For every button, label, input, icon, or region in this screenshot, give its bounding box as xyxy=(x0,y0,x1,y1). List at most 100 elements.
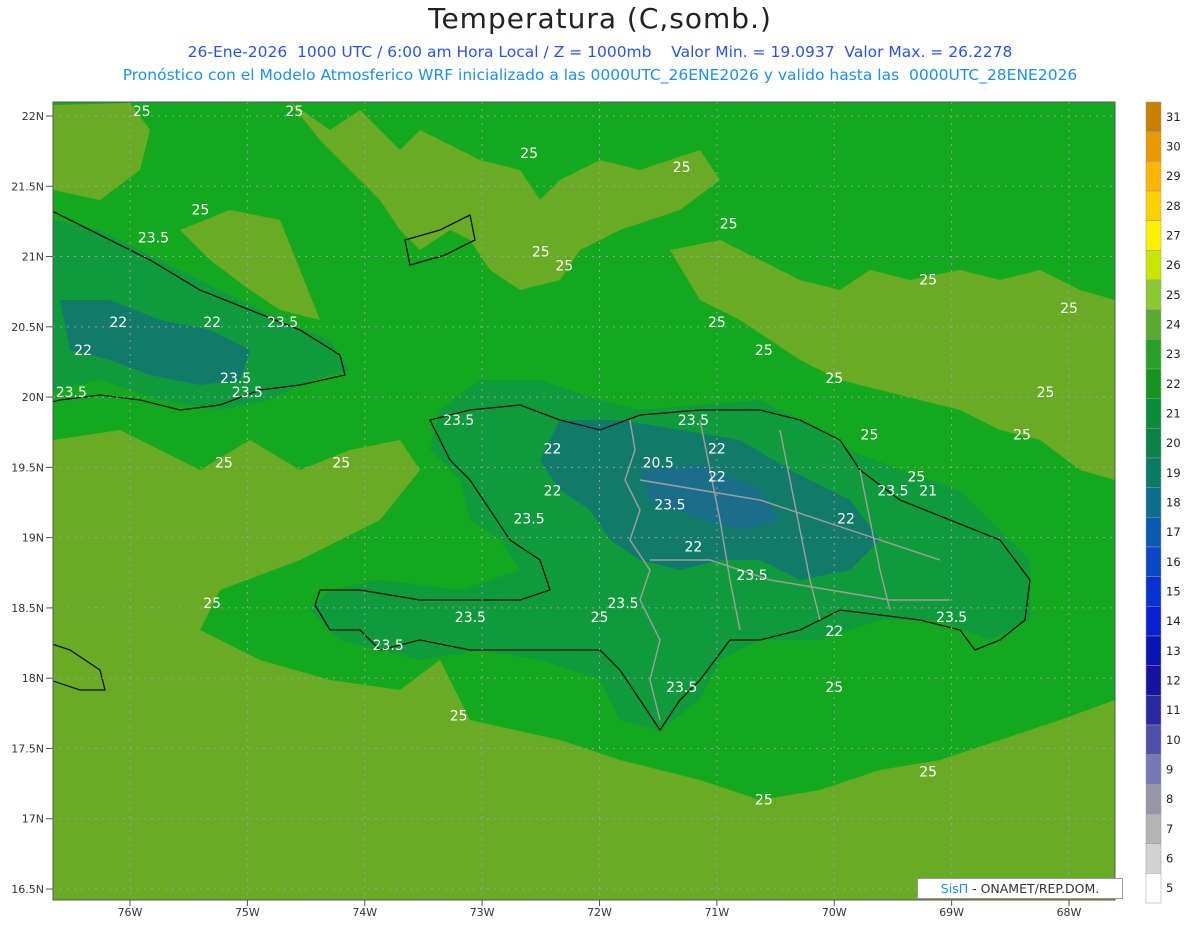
contour-label: 23.5 xyxy=(373,638,404,654)
colorbar-swatch xyxy=(1145,131,1162,162)
colorbar-label: 14 xyxy=(1166,614,1181,628)
contour-label: 22 xyxy=(837,512,855,528)
contour-label: 25 xyxy=(919,765,937,781)
contour-label: 25 xyxy=(192,202,210,218)
colorbar-label: 24 xyxy=(1166,318,1181,332)
latitude-tick-label: 18N xyxy=(22,672,44,685)
colorbar-label: 18 xyxy=(1166,496,1181,510)
contour-label: 25 xyxy=(203,596,221,612)
contour-label: 25 xyxy=(825,371,843,387)
latitude-tick-label: 20.5N xyxy=(11,321,44,334)
colorbar-label: 5 xyxy=(1166,881,1173,895)
longitude-tick-label: 71W xyxy=(704,906,729,919)
colorbar-label: 27 xyxy=(1166,229,1181,243)
contour-label: 22 xyxy=(74,343,92,359)
latitude-axis: 22N 21.5N 21N 20.5N 20N 19.5N 19N 18.5N 18N 17.5N… xyxy=(11,110,53,896)
contour-label: 25 xyxy=(861,427,879,443)
colorbar-swatch xyxy=(1145,517,1162,548)
contour-label: 23.5 xyxy=(877,483,908,499)
latitude-tick-label: 20N xyxy=(22,391,44,404)
contour-label: 25 xyxy=(825,680,843,696)
longitude-tick-label: 73W xyxy=(470,906,495,919)
colorbar-label: 7 xyxy=(1166,822,1173,836)
contour-label: 25 xyxy=(1013,427,1031,443)
map-title: Temperatura (C,somb.) xyxy=(428,2,772,35)
colorbar-label: 23 xyxy=(1166,347,1181,361)
contour-label: 22 xyxy=(544,483,562,499)
colorbar-swatch xyxy=(1145,339,1162,370)
contour-label: 20.5 xyxy=(643,455,674,471)
contour-label: 25 xyxy=(133,104,151,120)
longitude-tick-label: 69W xyxy=(939,906,964,919)
contour-label: 25 xyxy=(708,315,726,331)
colorbar-label: 15 xyxy=(1166,585,1181,599)
colorbar-swatch xyxy=(1145,161,1162,192)
latitude-tick-label: 21.5N xyxy=(11,180,44,193)
colorbar-swatch xyxy=(1145,368,1162,399)
colorbar-label: 22 xyxy=(1166,377,1181,391)
colorbar-swatch xyxy=(1145,843,1162,874)
colorbar-swatch xyxy=(1145,695,1162,726)
contour-label: 25 xyxy=(755,793,773,809)
colorbar-label: 30 xyxy=(1166,140,1181,154)
colorbar-label: 6 xyxy=(1166,852,1173,866)
colorbar-swatch xyxy=(1145,190,1162,221)
longitude-tick-label: 72W xyxy=(587,906,612,919)
contour-label: 23.5 xyxy=(737,568,768,584)
colorbar-label: 13 xyxy=(1166,644,1181,658)
contour-label: 25 xyxy=(555,259,573,275)
colorbar-label: 25 xyxy=(1166,288,1181,302)
colorbar-label: 28 xyxy=(1166,199,1181,213)
contour-label: 22 xyxy=(544,441,562,457)
colorbar-swatch xyxy=(1145,428,1162,459)
colorbar-swatch xyxy=(1145,457,1162,488)
contour-label: 22 xyxy=(708,469,726,485)
contour-label: 25 xyxy=(673,160,691,176)
contour-label: 25 xyxy=(591,610,609,626)
latitude-tick-label: 17N xyxy=(22,813,44,826)
latitude-tick-label: 19.5N xyxy=(11,461,44,474)
contour-label: 21 xyxy=(919,483,937,499)
colorbar-label: 8 xyxy=(1166,792,1173,806)
colorbar-label: 21 xyxy=(1166,407,1181,421)
colorbar: 31 30 29 28 27 26 25 24 23 22 21 20 19 18 17 16 15 14 13 12… xyxy=(1145,101,1181,904)
colorbar-swatch xyxy=(1145,784,1162,815)
colorbar-swatch xyxy=(1145,101,1162,132)
latitude-tick-label: 18.5N xyxy=(11,602,44,615)
contour-label: 23.5 xyxy=(678,413,709,429)
longitude-tick-label: 70W xyxy=(822,906,847,919)
colorbar-swatch xyxy=(1145,754,1162,785)
colorbar-swatch xyxy=(1145,873,1162,904)
contour-label: 23.5 xyxy=(56,385,87,401)
colorbar-swatch xyxy=(1145,279,1162,310)
colorbar-swatch xyxy=(1145,635,1162,666)
map-subtitle-date: 26-Ene-2026 1000 UTC / 6:00 am Hora Loca… xyxy=(187,43,1013,61)
contour-label: 22 xyxy=(684,540,702,556)
contour-label: 25 xyxy=(332,455,350,471)
colorbar-swatch xyxy=(1145,220,1162,251)
colorbar-swatch xyxy=(1145,250,1162,281)
contour-label: 23.5 xyxy=(232,385,263,401)
contour-label: 22 xyxy=(203,315,221,331)
longitude-tick-label: 74W xyxy=(352,906,377,919)
colorbar-swatch xyxy=(1145,398,1162,429)
colorbar-swatch xyxy=(1145,576,1162,607)
latitude-tick-label: 22N xyxy=(22,110,44,123)
contour-label: 23.5 xyxy=(654,498,685,514)
colorbar-label: 10 xyxy=(1166,733,1181,747)
longitude-tick-label: 75W xyxy=(235,906,260,919)
contour-label: 25 xyxy=(450,708,468,724)
colorbar-label: 20 xyxy=(1166,436,1181,450)
colorbar-swatch xyxy=(1145,665,1162,696)
contour-label: 23.5 xyxy=(138,230,169,246)
contour-label: 22 xyxy=(708,441,726,457)
colorbar-label: 12 xyxy=(1166,674,1181,688)
colorbar-swatch xyxy=(1145,606,1162,637)
contour-label: 23.5 xyxy=(666,680,697,696)
latitude-tick-label: 21N xyxy=(22,251,44,264)
latitude-tick-label: 19N xyxy=(22,532,44,545)
contour-label: 25 xyxy=(919,273,937,289)
colorbar-label: 17 xyxy=(1166,525,1181,539)
colorbar-swatch xyxy=(1145,546,1162,577)
credit-box: SisΠ - ONAMET/REP.DOM. xyxy=(917,878,1123,899)
